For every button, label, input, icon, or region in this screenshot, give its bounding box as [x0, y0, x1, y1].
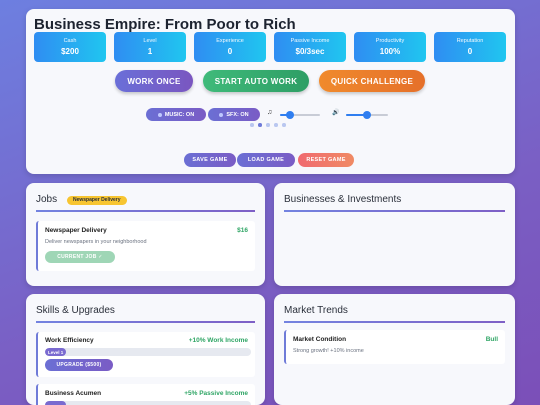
- reset-game-button[interactable]: RESET GAME: [298, 153, 354, 167]
- skill-effect: +5% Passive Income: [184, 390, 248, 397]
- main-control-panel: Business Empire: From Poor to Rich Cash …: [26, 9, 515, 174]
- sfx-volume-icon: 🔊: [332, 110, 340, 116]
- skill-progress-bar: Level 1: [45, 348, 251, 356]
- current-job-button[interactable]: CURRENT JOB ✓: [45, 251, 115, 263]
- upgrade-skill-button[interactable]: UPGRADE ($500): [45, 359, 113, 371]
- quick-challenge-button[interactable]: QUICK CHALLENGE: [319, 70, 425, 92]
- stat-productivity: Productivity 100%: [354, 32, 426, 62]
- page-dot[interactable]: [258, 123, 262, 127]
- divider: [284, 321, 505, 323]
- speaker-icon: [219, 112, 224, 117]
- page-dot[interactable]: [282, 123, 286, 127]
- music-toggle-button[interactable]: MUSIC: ON: [146, 108, 206, 121]
- music-volume-slider[interactable]: [280, 110, 320, 120]
- market-panel: Market Trends Market Condition Bull Stro…: [274, 294, 515, 405]
- divider: [36, 321, 255, 323]
- music-note-icon: [157, 112, 162, 117]
- current-job-badge: Newspaper Delivery: [67, 196, 127, 205]
- stat-experience: Experience 0: [194, 32, 266, 62]
- job-pay: $16: [237, 227, 248, 234]
- job-description: Deliver newspapers in your neighborhood: [45, 239, 147, 245]
- skill-name: Work Efficiency: [45, 337, 94, 344]
- music-volume-icon: ♫: [267, 109, 273, 116]
- stat-cash: Cash $200: [34, 32, 106, 62]
- sfx-volume-slider[interactable]: [346, 110, 388, 120]
- job-item: Newspaper Delivery $16 Deliver newspaper…: [36, 221, 255, 271]
- load-game-button[interactable]: LOAD GAME: [237, 153, 295, 167]
- businesses-panel: Businesses & Investments: [274, 183, 515, 286]
- job-name: Newspaper Delivery: [45, 227, 107, 234]
- save-game-button[interactable]: SAVE GAME: [184, 153, 236, 167]
- skill-progress-bar: [45, 401, 251, 405]
- stat-passive-income: Passive Income $0/3sec: [274, 32, 346, 62]
- stats-bar: Cash $200 Level 1 Experience 0 Passive I…: [34, 32, 506, 62]
- work-once-button[interactable]: WORK ONCE: [115, 70, 193, 92]
- stat-level: Level 1: [114, 32, 186, 62]
- skill-effect: +10% Work Income: [188, 337, 248, 344]
- page-dot[interactable]: [250, 123, 254, 127]
- game-title: Business Empire: From Poor to Rich: [34, 16, 296, 33]
- market-condition-description: Strong growth! +10% income: [293, 348, 364, 354]
- market-condition-value: Bull: [485, 336, 498, 343]
- jobs-title: Jobs: [36, 194, 58, 205]
- jobs-panel: Jobs Newspaper Delivery Newspaper Delive…: [26, 183, 265, 286]
- skill-item: Work Efficiency +10% Work Income Level 1…: [36, 332, 255, 377]
- sfx-toggle-button[interactable]: SFX: ON: [208, 108, 260, 121]
- market-condition-label: Market Condition: [293, 336, 347, 343]
- stat-reputation: Reputation 0: [434, 32, 506, 62]
- skill-name: Business Acumen: [45, 390, 102, 397]
- divider: [36, 210, 255, 212]
- skill-level-label: Level 1: [48, 349, 64, 355]
- auto-work-button[interactable]: START AUTO WORK: [203, 70, 309, 92]
- divider: [284, 210, 505, 212]
- page-dot[interactable]: [266, 123, 270, 127]
- market-condition-item: Market Condition Bull Strong growth! +10…: [284, 330, 505, 364]
- skills-title: Skills & Upgrades: [36, 305, 115, 316]
- skills-panel: Skills & Upgrades Work Efficiency +10% W…: [26, 294, 265, 405]
- businesses-title: Businesses & Investments: [284, 194, 402, 205]
- page-dot[interactable]: [274, 123, 278, 127]
- skill-item: Business Acumen +5% Passive Income: [36, 384, 255, 405]
- market-title: Market Trends: [284, 305, 348, 316]
